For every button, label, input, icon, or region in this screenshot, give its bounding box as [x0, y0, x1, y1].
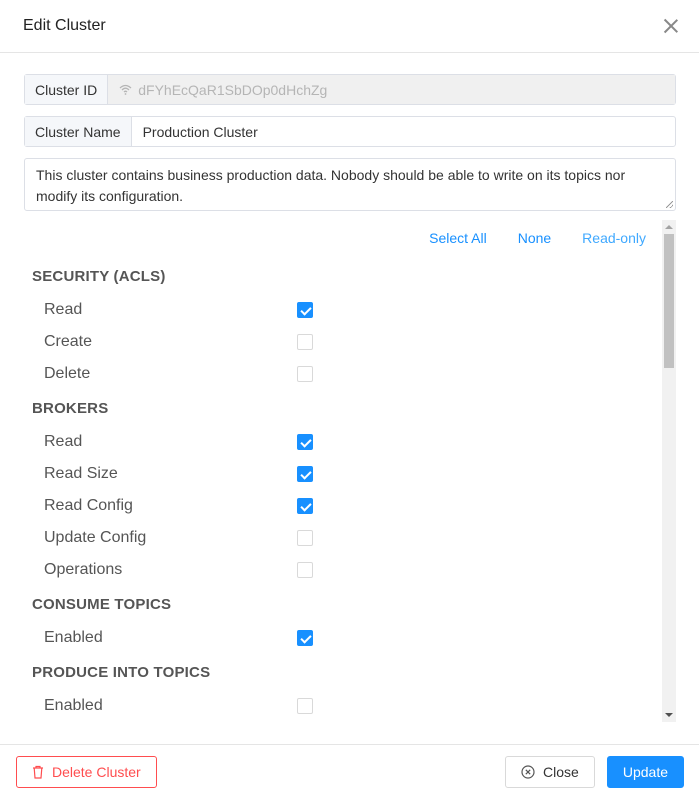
- scroll-down-arrow-icon[interactable]: [665, 713, 673, 717]
- close-circle-icon: [521, 765, 535, 779]
- none-link[interactable]: None: [518, 230, 551, 258]
- cluster-name-group: Cluster Name Production Cluster: [24, 116, 676, 147]
- permission-row: Read: [24, 294, 656, 326]
- description-text: This cluster contains business productio…: [36, 167, 626, 204]
- read-only-link[interactable]: Read-only: [582, 230, 646, 258]
- select-all-link[interactable]: Select All: [429, 230, 487, 258]
- cluster-id-group: Cluster ID dFYhEcQaR1SbDOp0dHchZg: [24, 74, 676, 105]
- modal-title: Edit Cluster: [23, 17, 106, 34]
- section-title-brokers: BROKERS: [32, 399, 109, 417]
- permission-label: Read: [44, 301, 83, 318]
- cluster-id-label: Cluster ID: [25, 75, 109, 104]
- wifi-icon: [119, 84, 132, 95]
- modal-footer: Delete Cluster Close Update: [0, 744, 699, 799]
- permission-row: Read Config: [24, 490, 656, 522]
- cluster-name-input[interactable]: Production Cluster: [132, 117, 675, 146]
- permission-row: Enabled: [24, 622, 656, 654]
- permission-row: Operations: [24, 554, 656, 586]
- vertical-scrollbar[interactable]: [662, 220, 676, 722]
- delete-cluster-label: Delete Cluster: [52, 764, 141, 780]
- scroll-up-arrow-icon[interactable]: [665, 225, 673, 229]
- permission-label: Enabled: [44, 629, 103, 646]
- permission-checkbox[interactable]: [297, 630, 313, 646]
- permission-checkbox[interactable]: [297, 698, 313, 714]
- permission-label: Delete: [44, 365, 91, 382]
- trash-icon: [32, 765, 44, 779]
- section-title-consume-topics: CONSUME TOPICS: [32, 595, 172, 613]
- section-title-security: SECURITY (ACLS): [32, 267, 166, 285]
- quick-select-links: Select All None Read-only: [24, 220, 656, 258]
- footer-actions: Close Update: [505, 756, 684, 788]
- permission-checkbox[interactable]: [297, 334, 313, 350]
- update-button-label: Update: [622, 764, 668, 780]
- cluster-id-value: dFYhEcQaR1SbDOp0dHchZg: [138, 81, 328, 98]
- permission-label: Read: [44, 433, 83, 450]
- permission-row: Create: [24, 326, 656, 358]
- permission-checkbox[interactable]: [297, 498, 313, 514]
- permissions-panel: Select All None Read-only SECURITY (ACLS…: [24, 220, 676, 722]
- section-title-produce-topics: PRODUCE INTO TOPICS: [32, 663, 211, 681]
- modal-body: Cluster ID dFYhEcQaR1SbDOp0dHchZg Cluste…: [0, 53, 699, 722]
- permission-label: Create: [44, 333, 93, 350]
- permissions-scroll[interactable]: Select All None Read-only SECURITY (ACLS…: [24, 220, 676, 722]
- modal-header: Edit Cluster: [0, 0, 699, 53]
- close-button-label: Close: [543, 764, 579, 780]
- cluster-id-field: dFYhEcQaR1SbDOp0dHchZg: [108, 75, 675, 104]
- permission-row: Update Config: [24, 522, 656, 554]
- permission-checkbox[interactable]: [297, 366, 313, 382]
- delete-cluster-button[interactable]: Delete Cluster: [16, 756, 157, 788]
- permission-label: Update Config: [44, 529, 147, 546]
- close-button[interactable]: Close: [505, 756, 595, 788]
- scrollbar-thumb[interactable]: [664, 234, 674, 368]
- permission-label: Enabled: [44, 697, 103, 714]
- permission-row: Delete: [24, 358, 656, 390]
- permission-checkbox[interactable]: [297, 434, 313, 450]
- resize-handle-icon[interactable]: [666, 201, 673, 208]
- edit-cluster-modal: Edit Cluster Cluster ID dFYhEcQaR1SbDOp0…: [0, 0, 699, 799]
- permission-row: Enabled: [24, 690, 656, 722]
- cluster-name-label: Cluster Name: [25, 117, 132, 146]
- permission-label: Read Config: [44, 497, 133, 514]
- close-icon[interactable]: [663, 18, 679, 34]
- update-button[interactable]: Update: [606, 756, 684, 788]
- description-textarea[interactable]: This cluster contains business productio…: [24, 158, 676, 211]
- permission-checkbox[interactable]: [297, 562, 313, 578]
- permission-label: Operations: [44, 561, 123, 578]
- permission-checkbox[interactable]: [297, 530, 313, 546]
- permission-checkbox[interactable]: [297, 302, 313, 318]
- permission-label: Read Size: [44, 465, 118, 482]
- permission-row: Read: [24, 426, 656, 458]
- permission-row: Read Size: [24, 458, 656, 490]
- permission-checkbox[interactable]: [297, 466, 313, 482]
